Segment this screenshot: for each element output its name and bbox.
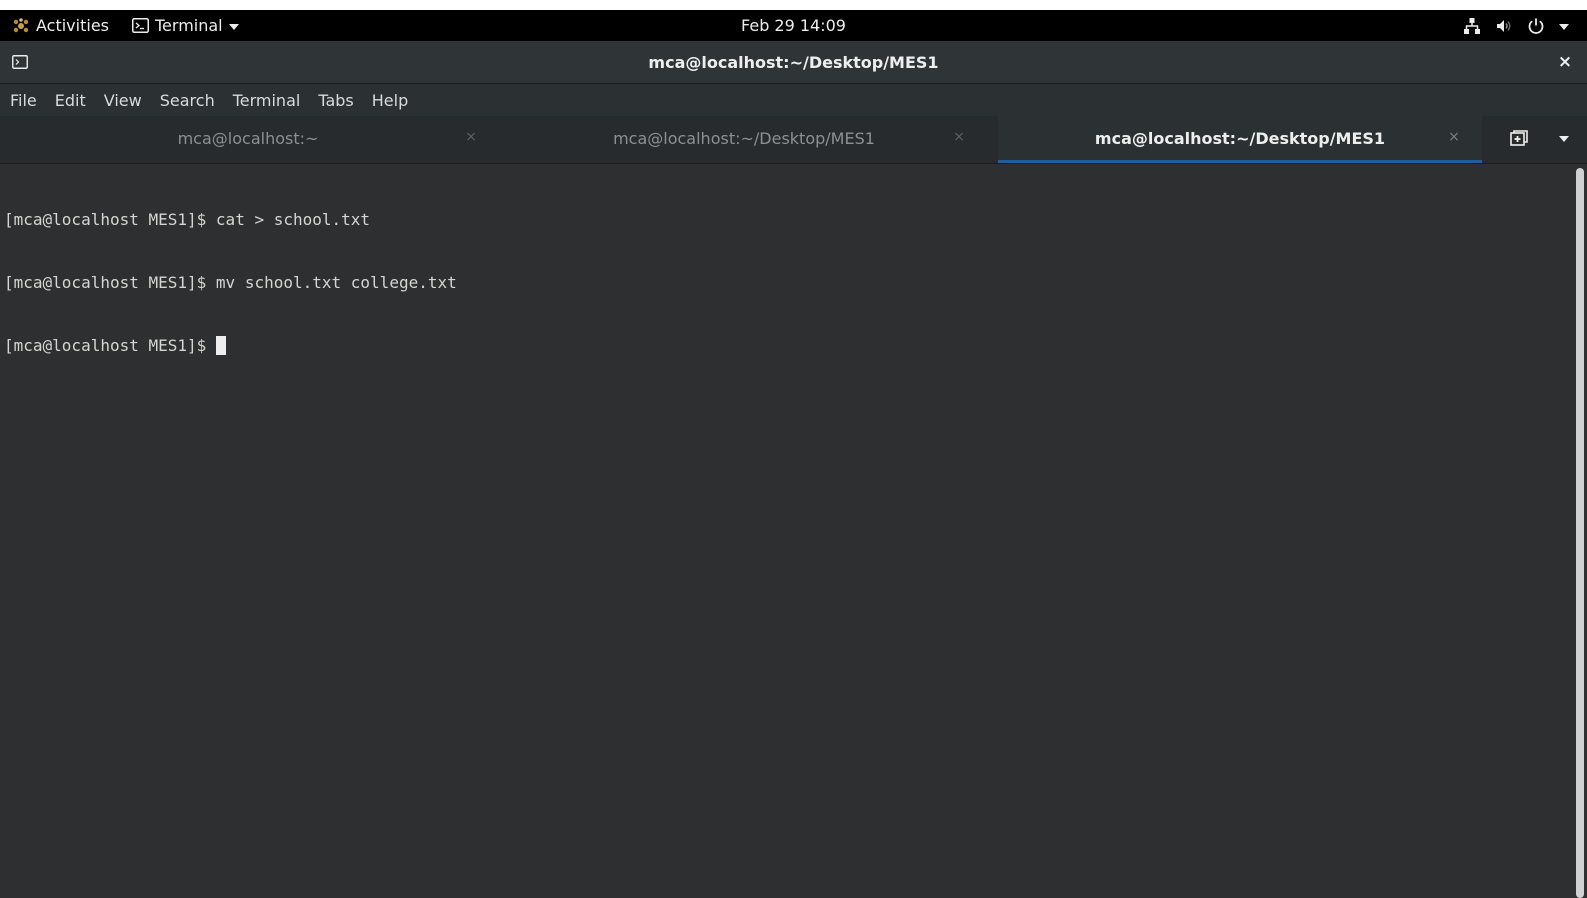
- tab-bar: mca@localhost:~ × mca@localhost:~/Deskto…: [0, 116, 1587, 164]
- window-close-button[interactable]: ×: [1555, 52, 1575, 72]
- power-icon: [1527, 17, 1545, 35]
- tab-close-icon[interactable]: ×: [1446, 129, 1462, 145]
- clock[interactable]: Feb 29 14:09: [741, 16, 846, 35]
- terminal-output: [mca@localhost MES1]$ cat > school.txt […: [4, 167, 457, 398]
- menu-search[interactable]: Search: [160, 91, 215, 110]
- system-tray[interactable]: [1463, 10, 1569, 41]
- menu-bar: File Edit View Search Terminal Tabs Help: [0, 84, 1587, 116]
- system-menu-arrow-icon: [1559, 16, 1569, 35]
- terminal-prompt-line: [mca@localhost MES1]$: [4, 335, 457, 356]
- tab-desktop-mes1-active[interactable]: mca@localhost:~/Desktop/MES1 ×: [998, 116, 1482, 163]
- screen: Activities Terminal Feb 29 14:09 mca@loc…: [0, 0, 1587, 898]
- terminal-line: [mca@localhost MES1]$ mv school.txt coll…: [4, 273, 457, 292]
- app-menu-button[interactable]: Terminal: [131, 16, 239, 35]
- top-bar-left: Activities Terminal: [12, 10, 239, 41]
- menu-edit[interactable]: Edit: [55, 91, 86, 110]
- app-menu-label: Terminal: [155, 16, 223, 35]
- network-icon: [1463, 17, 1481, 35]
- tab-label: mca@localhost:~/Desktop/MES1: [1094, 128, 1386, 148]
- tab-close-icon[interactable]: ×: [951, 129, 967, 145]
- tab-close-icon[interactable]: ×: [463, 129, 479, 145]
- tab-desktop-mes1[interactable]: mca@localhost:~/Desktop/MES1 ×: [496, 116, 992, 163]
- window-title: mca@localhost:~/Desktop/MES1: [648, 52, 939, 72]
- chevron-down-icon: [1559, 136, 1569, 142]
- activities-label: Activities: [36, 16, 109, 35]
- menu-terminal[interactable]: Terminal: [233, 91, 301, 110]
- menu-tabs[interactable]: Tabs: [318, 91, 353, 110]
- terminal-app-icon: [131, 17, 149, 35]
- new-tab-icon: [1510, 130, 1528, 146]
- menu-help[interactable]: Help: [372, 91, 408, 110]
- window-header-bar[interactable]: mca@localhost:~/Desktop/MES1 ×: [0, 41, 1587, 84]
- terminal-line: [mca@localhost MES1]$ cat > school.txt: [4, 210, 371, 229]
- terminal-scrollbar[interactable]: [1576, 168, 1584, 898]
- app-menu-arrow-icon: [228, 16, 239, 35]
- menu-file[interactable]: File: [10, 91, 37, 110]
- tab-home[interactable]: mca@localhost:~ ×: [0, 116, 496, 163]
- tab-label: mca@localhost:~/Desktop/MES1: [613, 128, 875, 148]
- tabs-menu-button[interactable]: [1554, 129, 1574, 149]
- terminal-view[interactable]: [mca@localhost MES1]$ cat > school.txt […: [0, 164, 1587, 898]
- menu-view[interactable]: View: [104, 91, 142, 110]
- activities-icon: [12, 17, 30, 35]
- text-cursor: [215, 336, 226, 355]
- new-tab-button[interactable]: [1508, 128, 1530, 150]
- volume-icon: [1495, 17, 1513, 35]
- activities-button[interactable]: Activities: [12, 16, 131, 35]
- tab-label: mca@localhost:~: [177, 128, 319, 148]
- close-icon: ×: [1557, 52, 1573, 72]
- terminal-prompt: [mca@localhost MES1]$: [4, 336, 216, 355]
- gnome-top-bar: Activities Terminal Feb 29 14:09: [0, 10, 1587, 41]
